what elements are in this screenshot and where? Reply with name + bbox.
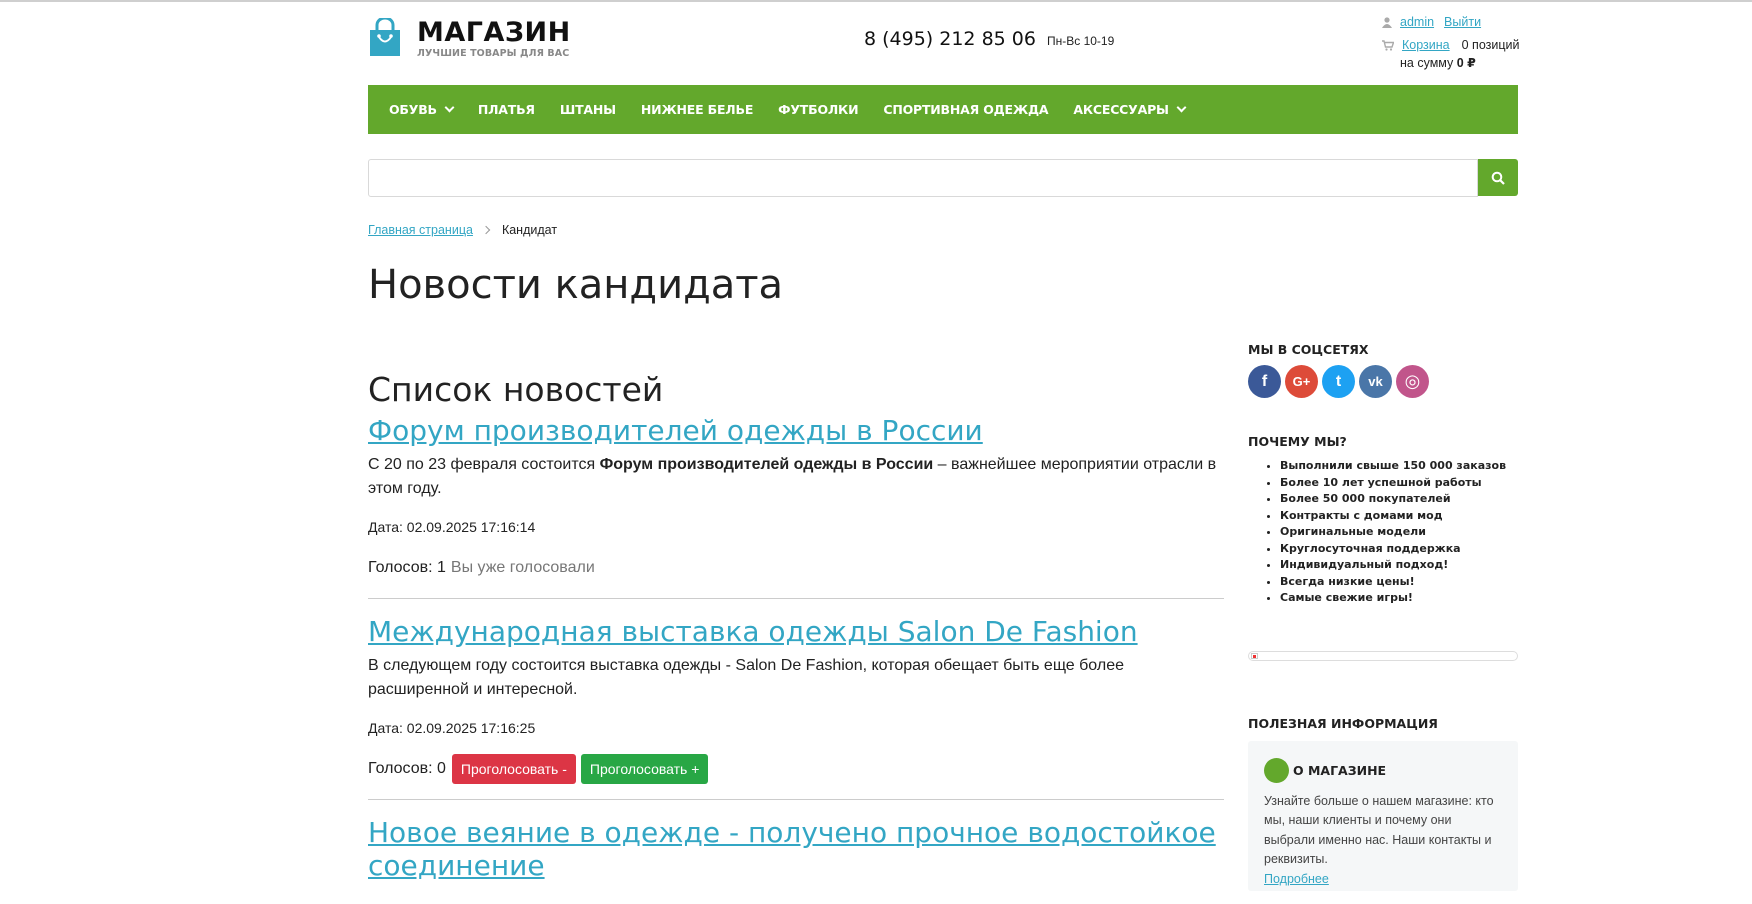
logout-link[interactable]: Выйти bbox=[1444, 15, 1481, 29]
list-item: Более 50 000 покупателей bbox=[1280, 491, 1518, 508]
news-text: В следующем году состоится выставка одеж… bbox=[368, 657, 1124, 698]
instagram-icon[interactable]: ◎ bbox=[1396, 365, 1429, 398]
user-link[interactable]: admin bbox=[1400, 15, 1434, 29]
nav-label: ШТАНЫ bbox=[559, 102, 616, 117]
cart-link[interactable]: Корзина bbox=[1402, 38, 1450, 52]
search-button[interactable] bbox=[1478, 159, 1518, 196]
nav-label: ОБУВЬ bbox=[389, 102, 437, 117]
news-list-title: Список новостей bbox=[368, 370, 664, 409]
search-icon bbox=[1491, 171, 1505, 185]
news-text: С 20 по 23 февраля состоится Форум произ… bbox=[368, 453, 1224, 501]
useful-info-block: ПОЛЕЗНАЯ ИНФОРМАЦИЯ О МАГАЗИНЕ Узнайте б… bbox=[1248, 716, 1518, 891]
nav-label: СПОРТИВНАЯ ОДЕЖДА bbox=[883, 102, 1049, 117]
chevron-down-icon bbox=[444, 102, 455, 113]
news-text-part: С 20 по 23 февраля состоится bbox=[368, 456, 600, 473]
cart-sum-value: 0 ₽ bbox=[1456, 56, 1476, 70]
cart-count: 0 позиций bbox=[1461, 38, 1520, 52]
list-item: Всегда низкие цены! bbox=[1280, 574, 1518, 591]
shopping-bag-icon bbox=[368, 16, 402, 58]
nav-item-shoes[interactable]: ОБУВЬ bbox=[389, 102, 455, 117]
news-date: Дата: 02.09.2025 17:16:14 bbox=[368, 519, 536, 535]
vote-count: Голосов: 0 bbox=[368, 760, 446, 777]
list-item: Более 10 лет успешной работы bbox=[1280, 475, 1518, 492]
nav-item-sportswear[interactable]: СПОРТИВНАЯ ОДЕЖДА bbox=[883, 102, 1048, 117]
vote-minus-button[interactable]: Проголосовать - bbox=[451, 754, 576, 784]
embedded-widget-frame bbox=[1248, 650, 1518, 661]
google-plus-icon[interactable]: G+ bbox=[1285, 365, 1318, 398]
breadcrumb: Главная страница Кандидат bbox=[368, 223, 557, 237]
working-hours: Пн-Вс 10-19 bbox=[1047, 34, 1115, 48]
sidebar: МЫ В СОЦСЕТЯХ f G+ t vk ◎ ПОЧЕМУ МЫ? Вып… bbox=[1248, 342, 1518, 891]
cart-sum-label: на сумму bbox=[1400, 56, 1454, 70]
user-panel: admin Выйти Корзина 0 позиций на сумму 0… bbox=[1382, 14, 1522, 70]
nav-item-tshirts[interactable]: ФУТБОЛКИ bbox=[778, 102, 858, 117]
social-heading: МЫ В СОЦСЕТЯХ bbox=[1248, 342, 1369, 357]
news-text-bold: Форум производителей одежды в России bbox=[599, 456, 934, 473]
info-card-title: О МАГАЗИНЕ bbox=[1293, 762, 1387, 778]
list-item: Индивидуальный подход! bbox=[1280, 557, 1518, 574]
nav-label: ПЛАТЬЯ bbox=[477, 102, 535, 117]
facebook-icon[interactable]: f bbox=[1248, 365, 1281, 398]
logo-subtitle: ЛУЧШИЕ ТОВАРЫ ДЛЯ ВАС bbox=[417, 48, 570, 59]
why-us-list: Выполнили свыше 150 000 заказов Более 10… bbox=[1248, 458, 1518, 607]
cart-sum: на сумму 0 ₽ bbox=[1400, 55, 1522, 70]
cart-icon bbox=[1382, 39, 1394, 51]
breadcrumb-current: Кандидат bbox=[501, 223, 558, 237]
list-item: Круглосуточная поддержка bbox=[1280, 541, 1518, 558]
page-title: Новости кандидата bbox=[368, 262, 784, 308]
nav-label: ФУТБОЛКИ bbox=[778, 102, 859, 117]
vote-count: Голосов: 1 bbox=[368, 559, 446, 576]
list-item: Контракты с домами мод bbox=[1280, 508, 1518, 525]
news-list: Список новостей Форум производителей оде… bbox=[368, 370, 1224, 904]
news-title-link[interactable]: Международная выставка одежды Salon De F… bbox=[368, 615, 1224, 648]
list-item: Оригинальные модели bbox=[1280, 524, 1518, 541]
list-item: Выполнили свыше 150 000 заказов bbox=[1280, 458, 1518, 475]
news-date: Дата: 02.09.2025 17:16:25 bbox=[368, 720, 536, 736]
broken-image-icon bbox=[1251, 652, 1258, 659]
list-item: Самые свежие игры! bbox=[1280, 590, 1518, 607]
logo-title: МАГАЗИН bbox=[417, 17, 571, 48]
main-navigation: ОБУВЬ ПЛАТЬЯ ШТАНЫ НИЖНЕЕ БЕЛЬЕ ФУТБОЛКИ… bbox=[368, 85, 1518, 134]
useful-info-heading: ПОЛЕЗНАЯ ИНФОРМАЦИЯ bbox=[1248, 715, 1438, 731]
user-icon bbox=[1382, 16, 1392, 28]
info-more-link[interactable]: Подробнее bbox=[1264, 872, 1502, 886]
already-voted-note: Вы уже голосовали bbox=[450, 559, 595, 576]
news-item: Форум производителей одежды в России С 2… bbox=[368, 414, 1224, 599]
news-item: Новое веяние в одежде - получено прочное… bbox=[368, 816, 1224, 897]
why-us-block: ПОЧЕМУ МЫ? Выполнили свыше 150 000 заказ… bbox=[1248, 434, 1518, 607]
chevron-down-icon bbox=[1176, 102, 1187, 113]
nav-label: НИЖНЕЕ БЕЛЬЕ bbox=[640, 102, 754, 117]
why-us-heading: ПОЧЕМУ МЫ? bbox=[1248, 434, 1347, 449]
nav-item-underwear[interactable]: НИЖНЕЕ БЕЛЬЕ bbox=[641, 102, 753, 117]
info-card-text: Узнайте больше о нашем магазине: кто мы,… bbox=[1264, 793, 1494, 867]
nav-item-dresses[interactable]: ПЛАТЬЯ bbox=[478, 102, 535, 117]
breadcrumb-home[interactable]: Главная страница bbox=[368, 223, 473, 237]
news-item: Международная выставка одежды Salon De F… bbox=[368, 615, 1224, 800]
vote-plus-button[interactable]: Проголосовать + bbox=[580, 754, 709, 784]
social-links: f G+ t vk ◎ bbox=[1248, 365, 1518, 398]
news-votes: Голосов: 0 Проголосовать - Проголосовать… bbox=[368, 754, 1224, 784]
logo[interactable]: МАГАЗИН ЛУЧШИЕ ТОВАРЫ ДЛЯ ВАС bbox=[368, 16, 588, 64]
nav-item-pants[interactable]: ШТАНЫ bbox=[560, 102, 616, 117]
twitter-icon[interactable]: t bbox=[1322, 365, 1355, 398]
info-card: О МАГАЗИНЕ Узнайте больше о нашем магази… bbox=[1248, 740, 1518, 891]
vk-icon[interactable]: vk bbox=[1359, 365, 1392, 398]
page-container: МАГАЗИН ЛУЧШИЕ ТОВАРЫ ДЛЯ ВАС 8 (495) 21… bbox=[368, 0, 1519, 904]
news-title-link[interactable]: Новое веяние в одежде - получено прочное… bbox=[368, 816, 1224, 882]
news-title-link[interactable]: Форум производителей одежды в России bbox=[368, 414, 1224, 447]
phone-number[interactable]: 8 (495) 212 85 06 bbox=[864, 28, 1036, 50]
chevron-right-icon bbox=[481, 225, 491, 235]
news-votes: Голосов: 1 Вы уже голосовали bbox=[368, 553, 1224, 583]
nav-label: АКСЕССУАРЫ bbox=[1073, 102, 1169, 117]
nav-item-accessories[interactable]: АКСЕССУАРЫ bbox=[1073, 102, 1187, 117]
search-input[interactable] bbox=[368, 159, 1478, 197]
circle-icon bbox=[1264, 757, 1289, 783]
